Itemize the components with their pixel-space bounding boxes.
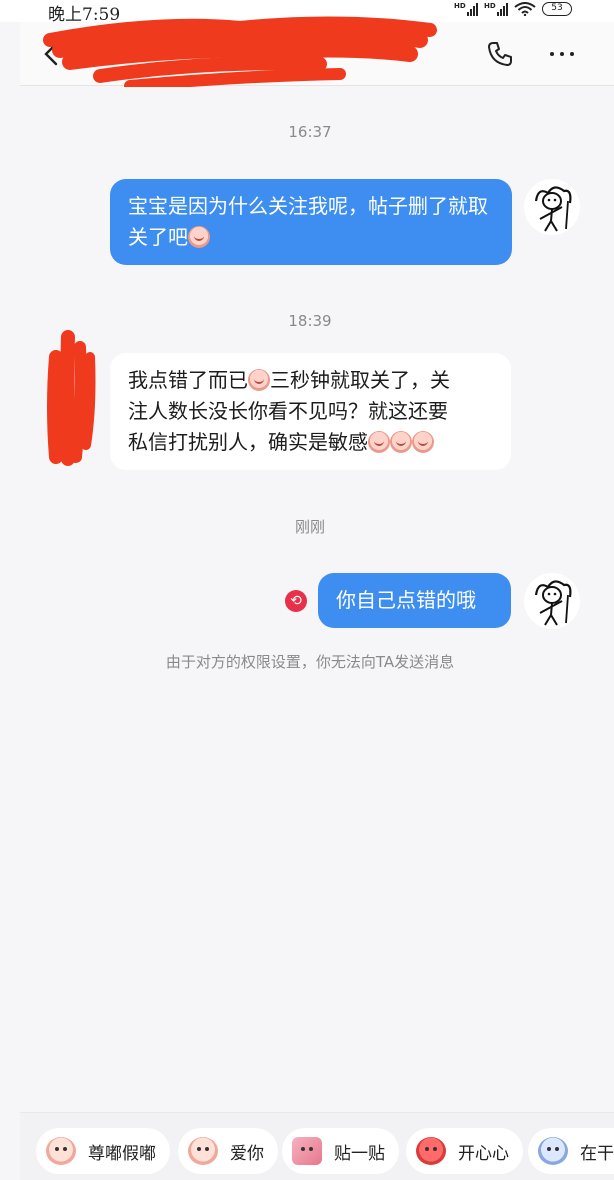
signal-icon: HD <box>454 2 478 16</box>
send-failed-retry-icon[interactable]: ⟲ <box>285 590 307 612</box>
sticker-label: 开心心 <box>458 1143 509 1164</box>
sticker-chip[interactable]: 贴一贴 <box>282 1128 399 1174</box>
permission-notice: 由于对方的权限设置，你无法向TA发送消息 <box>165 653 455 671</box>
battery-indicator: 53 <box>542 2 572 16</box>
stick-figure-avatar-icon <box>534 186 572 232</box>
pig-face-icon <box>46 1137 76 1165</box>
message-text: 注人数长没长你看不见吗？就这还要 <box>128 399 448 423</box>
pig-face-emoji-icon <box>188 226 210 248</box>
message-timestamp: 16:37 <box>288 123 332 141</box>
happy-sticker-icon <box>416 1137 446 1165</box>
avatar-self[interactable] <box>524 179 580 235</box>
sticker-chip[interactable]: 在干 <box>528 1128 614 1174</box>
sticker-label: 尊嘟假嘟 <box>88 1143 156 1164</box>
message-timestamp: 18:39 <box>288 312 332 330</box>
message-bubble-incoming[interactable]: 我点错了而已 三秒钟就取关了，关 注人数长没长你看不见吗？就这还要 私信打扰别人，… <box>110 353 511 470</box>
hug-sticker-icon <box>292 1137 322 1165</box>
phone-call-icon[interactable] <box>486 40 514 68</box>
stick-figure-avatar-icon <box>534 580 572 626</box>
message-text: 宝宝是因为什么关注我呢，帖子删了就取关了吧 <box>128 194 488 249</box>
sticker-chip[interactable]: 开心心 <box>406 1128 523 1174</box>
sticker-chip[interactable]: 尊嘟假嘟 <box>36 1128 170 1174</box>
pig-face-emoji-icon <box>248 369 270 391</box>
status-icons: HD HD 53 <box>454 2 572 16</box>
chat-header <box>20 16 614 92</box>
sticker-label: 贴一贴 <box>334 1143 385 1164</box>
message-bubble-outgoing[interactable]: 宝宝是因为什么关注我呢，帖子删了就取关了吧 <box>110 179 512 265</box>
wifi-icon <box>514 2 536 16</box>
message-text: 你自己点错的哦 <box>336 588 476 612</box>
message-bubble-outgoing[interactable]: 你自己点错的哦 <box>318 573 511 628</box>
avatar-self[interactable] <box>524 573 580 629</box>
chat-area[interactable]: 16:37 宝宝是因为什么关注我呢，帖子删了就取关了吧 18:39 我点错了而已… <box>20 87 614 1110</box>
pig-face-emoji-icon <box>368 431 390 453</box>
face-sticker-icon <box>538 1137 568 1165</box>
sticker-suggestion-bar: 尊嘟假嘟 爱你 贴一贴 开心心 在干 <box>20 1112 614 1180</box>
message-text: 私信打扰别人，确实是敏感 <box>128 427 493 458</box>
message-text: 我点错了而已 三秒钟就取关了，关 <box>128 368 450 392</box>
pig-face-emoji-icon <box>390 431 412 453</box>
signal-icon: HD <box>484 2 508 16</box>
sticker-chip[interactable]: 爱你 <box>178 1128 278 1174</box>
sticker-label: 爱你 <box>230 1143 264 1164</box>
message-timestamp: 刚刚 <box>294 518 325 536</box>
pig-face-icon <box>188 1137 218 1165</box>
sticker-label: 在干 <box>580 1143 614 1164</box>
pig-face-emoji-icon <box>412 431 434 453</box>
redaction-mark <box>47 330 96 466</box>
more-options-icon[interactable] <box>546 42 578 66</box>
